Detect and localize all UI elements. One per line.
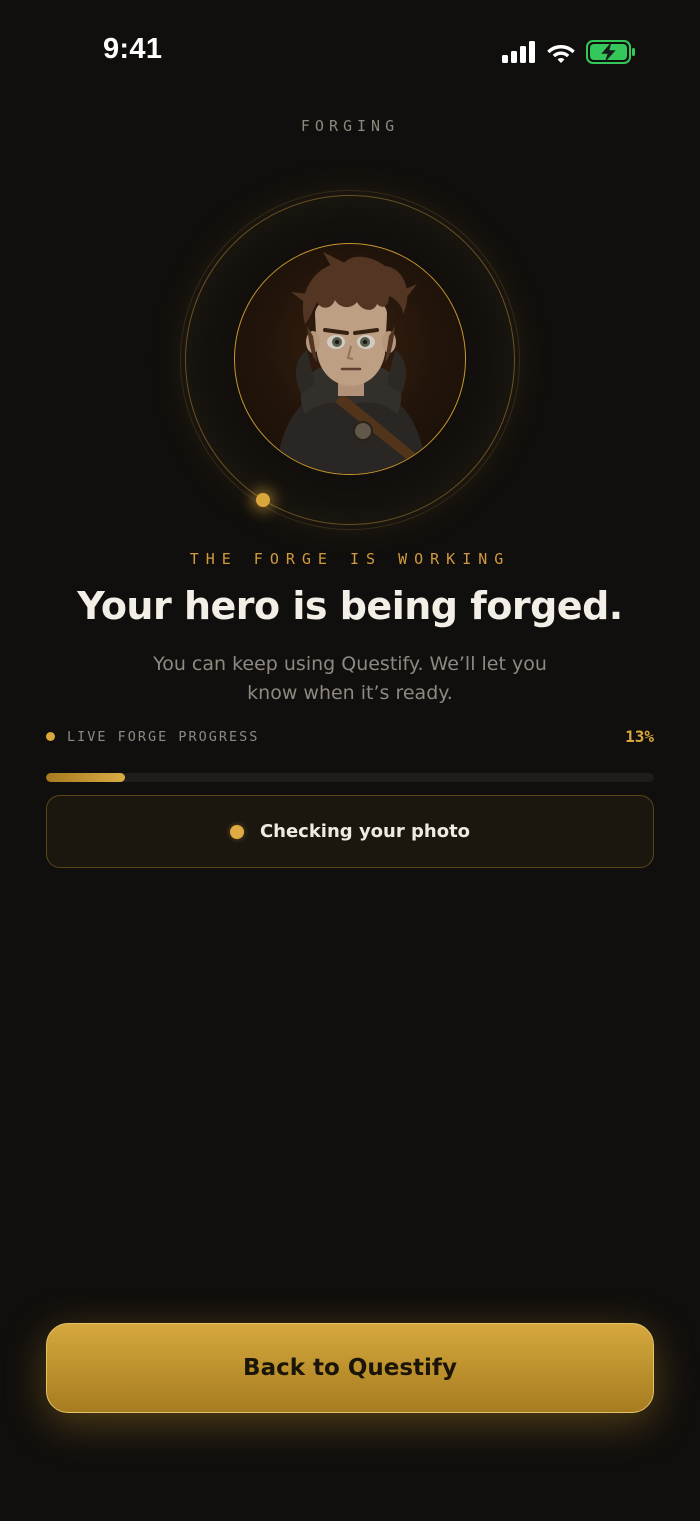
page-subtitle: You can keep using Questify. We’ll let y… bbox=[153, 653, 547, 704]
progress-bar bbox=[46, 773, 654, 782]
hero-avatar-frame bbox=[180, 190, 520, 530]
hero-portrait bbox=[234, 243, 466, 475]
step-status-icon bbox=[229, 824, 244, 839]
cellular-signal-icon bbox=[502, 41, 535, 63]
wifi-icon bbox=[547, 45, 575, 63]
status-time: 9:41 bbox=[103, 33, 163, 65]
battery-charging-icon bbox=[586, 40, 635, 64]
progress-label: LIVE FORGE PROGRESS bbox=[67, 729, 260, 745]
progress-percent: 13% bbox=[625, 727, 654, 746]
screen-label: FORGING bbox=[300, 117, 400, 135]
live-indicator-icon bbox=[46, 732, 55, 741]
hero-portrait-illustration bbox=[235, 244, 465, 474]
orbit-progress-dot bbox=[256, 493, 270, 507]
progress-header: LIVE FORGE PROGRESS 13% bbox=[46, 727, 654, 747]
back-to-questify-button[interactable]: Back to Questify bbox=[46, 1323, 654, 1413]
status-icons bbox=[502, 38, 636, 66]
status-bar: 9:41 bbox=[0, 0, 700, 100]
page-title: Your hero is being forged. bbox=[77, 584, 623, 628]
current-step-card: Checking your photo bbox=[46, 795, 654, 868]
forge-status-eyebrow: THE FORGE IS WORKING bbox=[189, 550, 511, 568]
current-step-label: Checking your photo bbox=[259, 821, 471, 842]
progress-bar-fill bbox=[46, 773, 126, 782]
